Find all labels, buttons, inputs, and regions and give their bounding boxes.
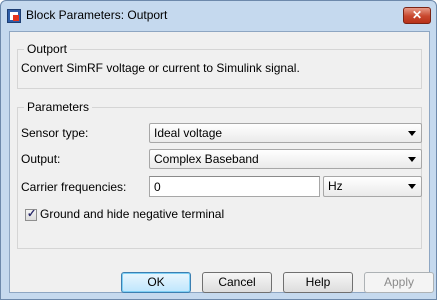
outport-legend: Outport	[24, 42, 71, 56]
sensor-type-dropdown[interactable]: Ideal voltage	[149, 123, 422, 143]
carrier-unit-value: Hz	[328, 179, 343, 193]
chevron-down-icon	[408, 131, 416, 136]
outport-description: Convert SimRF voltage or current to Simu…	[21, 61, 300, 75]
close-button[interactable]: ✕	[403, 7, 431, 24]
carrier-frequencies-value: 0	[154, 180, 161, 194]
carrier-frequencies-input[interactable]: 0	[149, 176, 320, 197]
chevron-down-icon	[408, 184, 416, 189]
ok-button[interactable]: OK	[121, 272, 191, 293]
sensor-type-label: Sensor type:	[21, 126, 89, 140]
chevron-down-icon	[408, 157, 416, 162]
ground-checkbox[interactable]: ✓	[25, 208, 37, 221]
carrier-unit-dropdown[interactable]: Hz	[323, 176, 422, 197]
checkmark-icon: ✓	[27, 208, 37, 220]
close-icon: ✕	[411, 8, 423, 22]
window-title: Block Parameters: Outport	[26, 8, 168, 22]
output-label: Output:	[21, 152, 61, 166]
cancel-button[interactable]: Cancel	[202, 272, 272, 293]
simulink-block-icon	[7, 9, 21, 23]
title-bar[interactable]: Block Parameters: Outport ✕	[1, 1, 436, 31]
output-dropdown[interactable]: Complex Baseband	[149, 149, 422, 169]
dialog-window: Block Parameters: Outport ✕ Outport Conv…	[0, 0, 437, 300]
parameters-group: Parameters Sensor type: Ideal voltage Ou…	[17, 100, 422, 249]
outport-group: Outport Convert SimRF voltage or current…	[17, 42, 422, 89]
apply-button[interactable]: Apply	[364, 272, 434, 293]
ground-checkbox-label[interactable]: Ground and hide negative terminal	[40, 207, 224, 221]
dialog-client: Outport Convert SimRF voltage or current…	[9, 31, 434, 293]
sensor-type-value: Ideal voltage	[154, 126, 223, 140]
parameters-legend: Parameters	[24, 100, 93, 114]
carrier-frequencies-label: Carrier frequencies:	[21, 180, 127, 194]
output-value: Complex Baseband	[154, 152, 259, 166]
help-button[interactable]: Help	[283, 272, 353, 293]
